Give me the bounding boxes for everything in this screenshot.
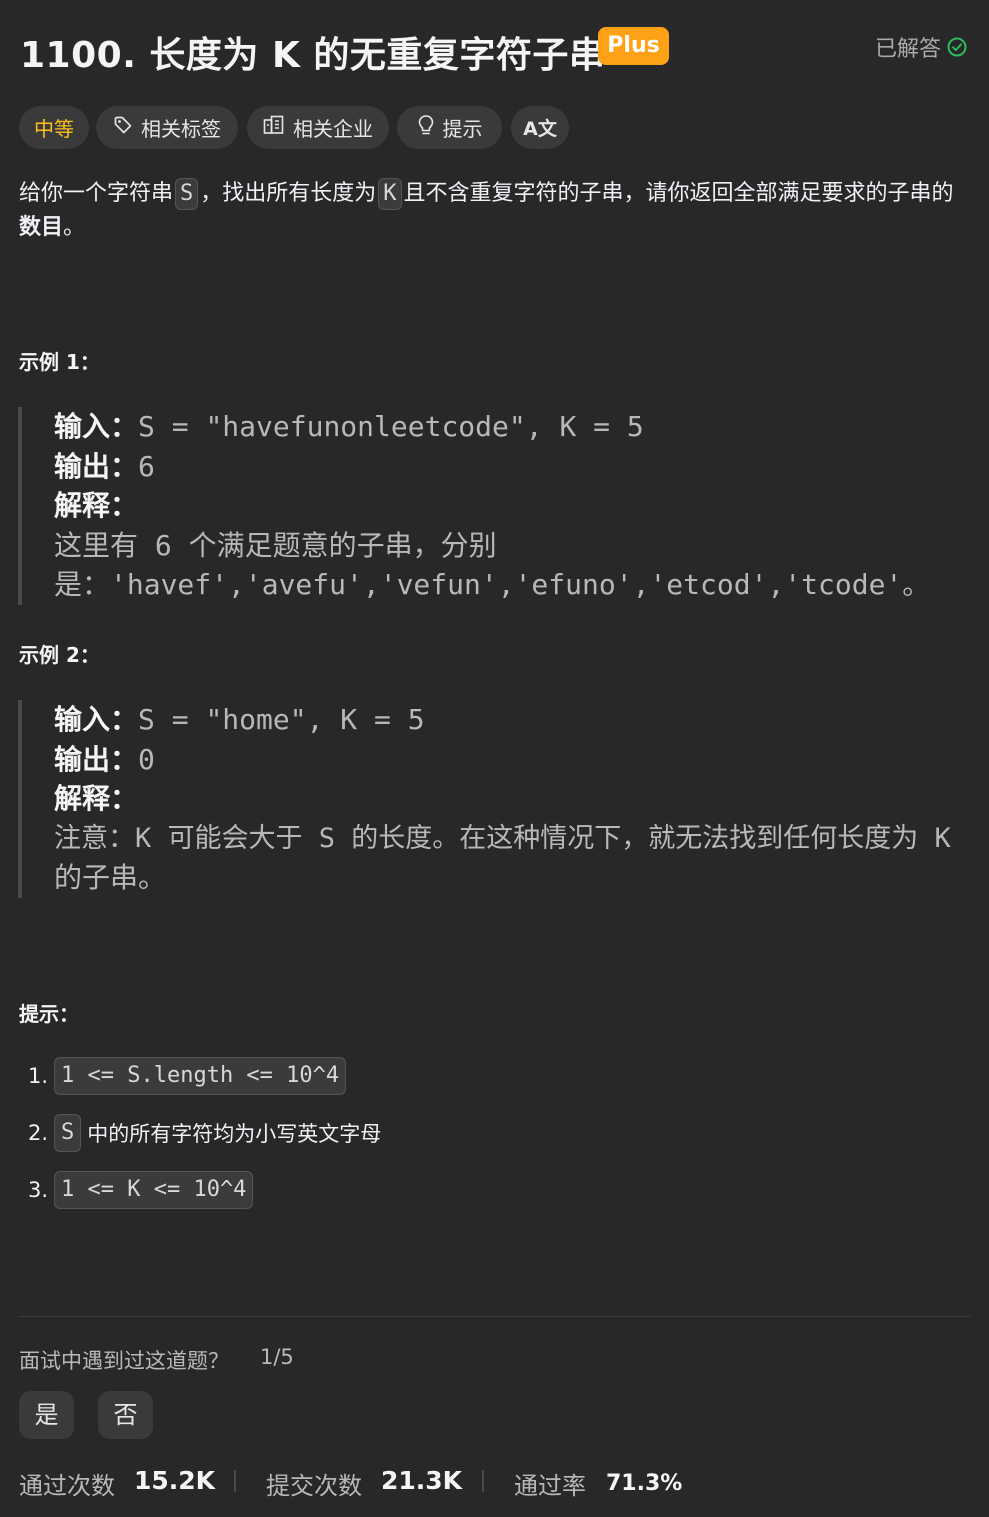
constraint-code: 1 <= K <= 10^4 bbox=[54, 1171, 254, 1209]
accepted-value: 15.2K bbox=[134, 1466, 216, 1495]
inline-code-k: K bbox=[378, 178, 402, 210]
constraint-code: 1 <= S.length <= 10^4 bbox=[54, 1057, 347, 1095]
input-label: 输入： bbox=[54, 703, 139, 736]
output-label: 输出： bbox=[54, 449, 139, 483]
output-value: 0 bbox=[138, 742, 155, 776]
explanation-line: 这里有 6 个满足题意的子串，分别 bbox=[54, 528, 497, 562]
input-value: S = "home", K = 5 bbox=[138, 703, 425, 736]
inline-code-s: S bbox=[175, 178, 199, 210]
accepted-label: 通过次数 bbox=[19, 1472, 115, 1500]
hint-label: 提示 bbox=[442, 117, 483, 141]
explanation-label: 解释： bbox=[54, 489, 139, 522]
constraint-item: 3. 1 <= K <= 10^4 bbox=[28, 1171, 254, 1209]
stat-separator bbox=[482, 1470, 484, 1492]
interview-question: 面试中遇到过这道题？ bbox=[19, 1349, 229, 1373]
description-text: 且不含重复字符的子串，请你返回全部满足要求的子串的 bbox=[403, 181, 954, 206]
example-title: 示例 2： bbox=[19, 643, 100, 667]
hint-button[interactable]: 提示 bbox=[397, 106, 502, 149]
submissions-label: 提交次数 bbox=[266, 1472, 362, 1500]
check-circle-icon bbox=[947, 37, 967, 57]
related-topics-button[interactable]: 相关标签 bbox=[96, 106, 238, 149]
submissions-value: 21.3K bbox=[381, 1466, 463, 1495]
example-block: 输入：S = "havefunonleetcode", K = 5 输出：6 解… bbox=[18, 407, 968, 605]
constraint-item: 2. S 中的所有字符均为小写英文字母 bbox=[28, 1114, 381, 1152]
constraints-title: 提示： bbox=[19, 1002, 79, 1026]
explanation-line: 注意：K 可能会大于 S 的长度。在这种情况下，就无法找到任何长度为 K bbox=[54, 822, 951, 854]
explanation-line: 的子串。 bbox=[54, 861, 167, 894]
description-text: 。 bbox=[63, 215, 86, 240]
problem-title: 1100. 长度为 K 的无重复字符子串 bbox=[20, 35, 606, 76]
acceptance-rate-value: 71.3% bbox=[606, 1471, 683, 1496]
output-label: 输出： bbox=[54, 742, 139, 776]
description-text: ，找出所有长度为 bbox=[200, 181, 377, 206]
constraint-code: S bbox=[54, 1114, 82, 1152]
stat-separator bbox=[234, 1470, 236, 1492]
solved-status: 已解答 bbox=[875, 31, 967, 63]
tag-icon bbox=[113, 115, 133, 140]
description-text: 给你一个字符串 bbox=[19, 181, 174, 206]
divider bbox=[19, 1316, 971, 1317]
explanation-label: 解释： bbox=[54, 782, 139, 815]
translate-button[interactable]: A文 bbox=[511, 106, 569, 149]
explanation-line: 是：'havef','avefu','vefun','efuno','etcod… bbox=[54, 568, 931, 601]
solved-label: 已解答 bbox=[875, 37, 942, 62]
constraint-number: 3. bbox=[28, 1178, 49, 1202]
input-value: S = "havefunonleetcode", K = 5 bbox=[138, 410, 644, 443]
related-companies-label: 相关企业 bbox=[293, 117, 373, 141]
plus-badge[interactable]: Plus bbox=[598, 27, 669, 65]
example-block: 输入：S = "home", K = 5 输出：0 解释： 注意：K 可能会大于… bbox=[18, 700, 973, 898]
input-label: 输入： bbox=[54, 410, 139, 443]
related-companies-button[interactable]: 相关企业 bbox=[247, 106, 389, 149]
translate-icon: A文 bbox=[523, 118, 557, 140]
constraint-item: 1. 1 <= S.length <= 10^4 bbox=[28, 1057, 347, 1095]
lightbulb-icon bbox=[417, 114, 435, 141]
difficulty-tag[interactable]: 中等 bbox=[19, 106, 89, 149]
building-icon bbox=[263, 115, 285, 140]
acceptance-rate-label: 通过率 bbox=[514, 1472, 586, 1500]
yes-button[interactable]: 是 bbox=[19, 1391, 74, 1439]
no-button[interactable]: 否 bbox=[98, 1391, 153, 1439]
problem-description: 给你一个字符串 S ，找出所有长度为 K 且不含重复字符的子串，请你返回全部满足要求的子… bbox=[19, 177, 969, 245]
output-value: 6 bbox=[138, 449, 155, 483]
constraint-number: 1. bbox=[28, 1064, 49, 1088]
related-topics-label: 相关标签 bbox=[141, 117, 221, 141]
constraint-number: 2. bbox=[28, 1121, 49, 1145]
constraint-text: 中的所有字符均为小写英文字母 bbox=[87, 1122, 382, 1146]
example-title: 示例 1： bbox=[19, 350, 100, 374]
interview-count: 1/5 bbox=[260, 1345, 294, 1369]
description-bold: 数目 bbox=[19, 215, 64, 240]
